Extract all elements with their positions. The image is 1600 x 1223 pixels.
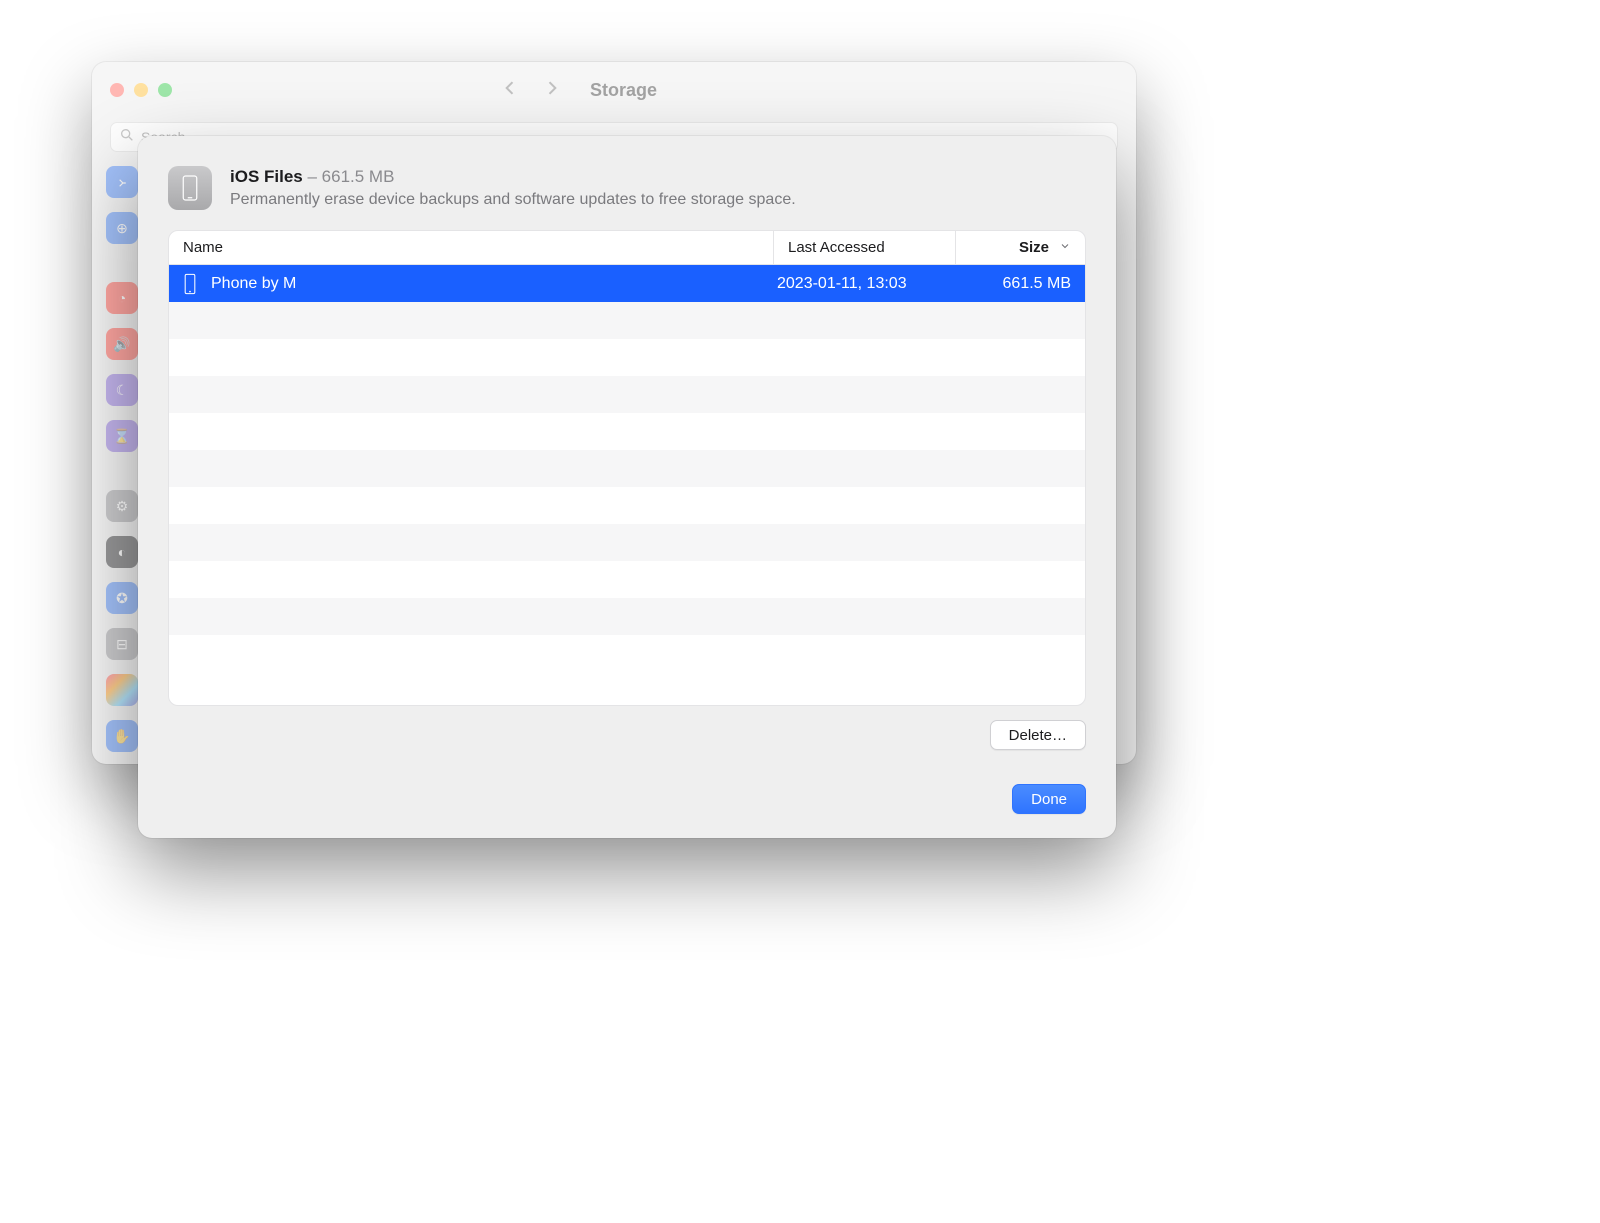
table-row-empty	[169, 561, 1085, 598]
column-header-size[interactable]: Size	[955, 231, 1085, 264]
minimize-window-button[interactable]	[134, 83, 148, 97]
sidebar-screentime-icon[interactable]: ⌛	[106, 420, 138, 452]
column-header-last-accessed[interactable]: Last Accessed	[773, 231, 955, 264]
table-header: Name Last Accessed Size	[169, 231, 1085, 265]
sidebar: ᚛ ⊕ ◔ 🔊 ☾ ⌛ ⚙ ◐ ✪ ⊟ ✋	[106, 166, 138, 752]
column-header-name[interactable]: Name	[169, 231, 773, 264]
sidebar-accessibility-icon[interactable]: ✪	[106, 582, 138, 614]
ios-files-sheet: iOS Files – 661.5 MB Permanently erase d…	[138, 136, 1116, 838]
table-row-empty	[169, 450, 1085, 487]
sidebar-focus-icon[interactable]: ☾	[106, 374, 138, 406]
chevron-down-icon	[1059, 239, 1071, 256]
table-row-empty	[169, 376, 1085, 413]
table-row-empty	[169, 339, 1085, 376]
sidebar-general-icon[interactable]: ⚙	[106, 490, 138, 522]
table-row-empty	[169, 413, 1085, 450]
sidebar-privacy-icon[interactable]: ✋	[106, 720, 138, 752]
sheet-title-line: iOS Files – 661.5 MB	[230, 166, 796, 189]
column-header-size-label: Size	[1019, 239, 1049, 256]
row-last-accessed: 2023-01-11, 13:03	[773, 275, 955, 293]
forward-button[interactable]	[542, 78, 562, 103]
table-row-empty	[169, 302, 1085, 339]
sidebar-network-icon[interactable]: ⊕	[106, 212, 138, 244]
sidebar-bluetooth-icon[interactable]: ᚛	[106, 166, 138, 198]
ios-files-icon	[168, 166, 212, 210]
back-button[interactable]	[500, 78, 520, 103]
table-row-empty	[169, 598, 1085, 635]
delete-button[interactable]: Delete…	[990, 720, 1086, 750]
device-icon	[183, 273, 197, 295]
row-size: 661.5 MB	[955, 275, 1071, 293]
traffic-lights	[110, 83, 172, 97]
row-name: Phone by M	[211, 275, 296, 293]
table-row-empty	[169, 524, 1085, 561]
sheet-title-separator: –	[303, 167, 322, 186]
search-icon	[119, 127, 135, 148]
files-table: Name Last Accessed Size Phone by M 2023-0…	[168, 230, 1086, 706]
page-title: Storage	[590, 80, 657, 101]
sidebar-control-center-icon[interactable]: ⊟	[106, 628, 138, 660]
sheet-subtitle: Permanently erase device backups and sof…	[230, 191, 796, 209]
table-body: Phone by M 2023-01-11, 13:03661.5 MB	[169, 265, 1085, 705]
sidebar-siri-icon[interactable]	[106, 674, 138, 706]
sheet-title: iOS Files	[230, 167, 303, 186]
sheet-size-summary: 661.5 MB	[322, 167, 395, 186]
table-row-empty	[169, 487, 1085, 524]
done-button[interactable]: Done	[1012, 784, 1086, 814]
sidebar-appearance-icon[interactable]: ◐	[106, 536, 138, 568]
close-window-button[interactable]	[110, 83, 124, 97]
sidebar-sound-icon[interactable]: 🔊	[106, 328, 138, 360]
maximize-window-button[interactable]	[158, 83, 172, 97]
sidebar-notifications-icon[interactable]: ◔	[106, 282, 138, 314]
table-row[interactable]: Phone by M 2023-01-11, 13:03661.5 MB	[169, 265, 1085, 302]
window-toolbar: Storage	[92, 62, 1136, 118]
